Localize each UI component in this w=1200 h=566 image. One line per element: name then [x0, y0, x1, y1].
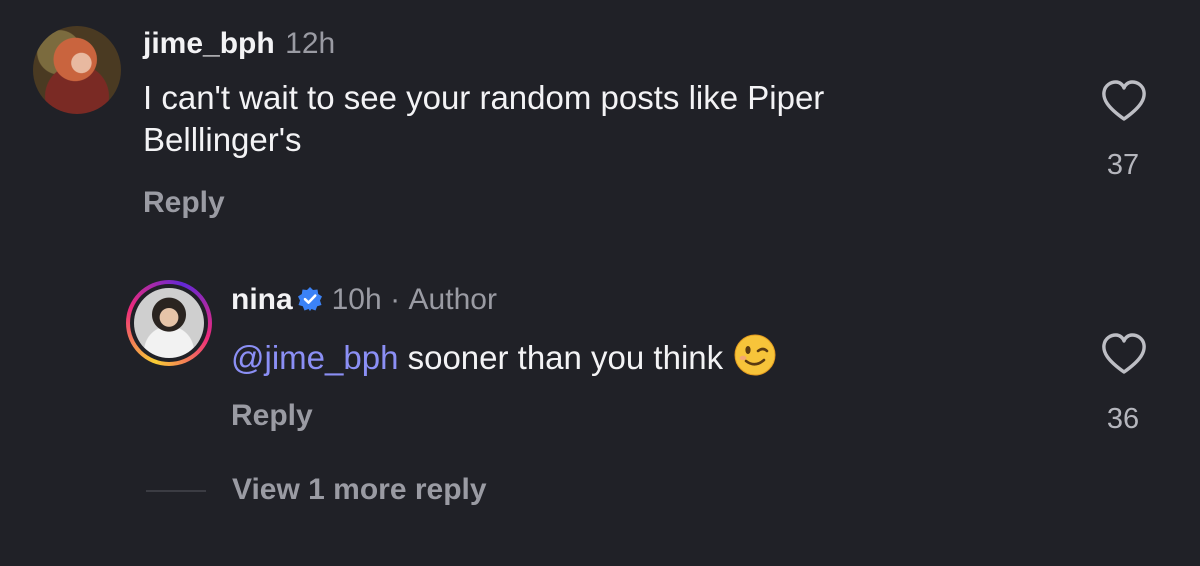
comment-header: jime_bph 12h [143, 27, 335, 61]
heart-icon[interactable] [1101, 333, 1147, 375]
heart-icon[interactable] [1101, 80, 1147, 122]
timestamp: 10h [331, 283, 382, 316]
separator: · [390, 283, 401, 316]
mention-link[interactable]: @jime_bph [231, 339, 398, 376]
thread-divider [146, 490, 206, 492]
like-count: 37 [1106, 149, 1140, 181]
username[interactable]: jime_bph [143, 27, 275, 60]
avatar-nina[interactable] [126, 280, 212, 366]
timestamp: 12h [285, 27, 336, 60]
comment-text-line: I can't wait to see your random posts li… [143, 79, 825, 116]
comment-text: I can't wait to see your random posts li… [143, 77, 1043, 161]
verified-badge-icon [298, 287, 323, 311]
username[interactable]: nina [231, 283, 293, 316]
comment-text-body: sooner than you think [398, 339, 724, 376]
comment-text: @jime_bph sooner than you think [231, 333, 1031, 379]
view-more-replies-button[interactable]: View 1 more reply [232, 473, 487, 507]
reply-button[interactable]: Reply [143, 186, 225, 220]
comment-text-line: Belllinger's [143, 121, 302, 158]
author-label: Author [408, 283, 497, 316]
reply-button[interactable]: Reply [231, 399, 313, 433]
avatar-jime-bph[interactable] [33, 26, 121, 114]
like-count: 36 [1106, 403, 1140, 435]
winking-face-icon [734, 334, 776, 376]
comment-header: nina 10h · Author [231, 283, 497, 317]
